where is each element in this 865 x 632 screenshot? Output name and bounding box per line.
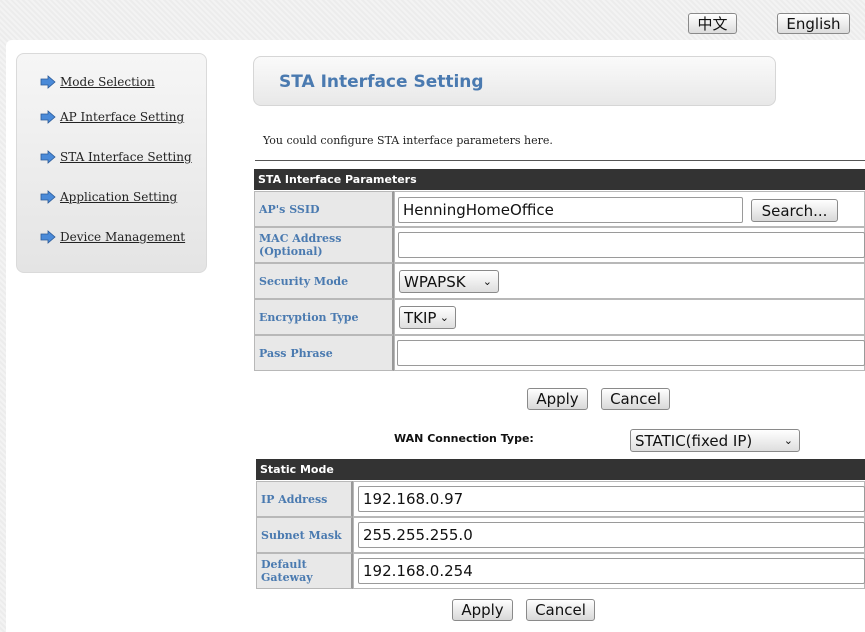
wan-cancel-button[interactable]: Cancel: [526, 599, 595, 621]
ip-address-input[interactable]: 192.168.0.97: [358, 486, 865, 512]
chevron-down-icon: ⌄: [482, 275, 492, 288]
divider: [255, 160, 865, 161]
english-language-button[interactable]: English: [777, 13, 850, 34]
sidebar-item-ap-interface-setting[interactable]: AP Interface Setting: [40, 108, 184, 126]
arrow-right-icon: [40, 190, 56, 204]
ssid-input[interactable]: HenningHomeOffice: [398, 197, 743, 223]
default-gateway-label: Default Gateway: [256, 553, 353, 589]
sta-apply-button[interactable]: Apply: [527, 388, 588, 410]
sidebar-item-label[interactable]: Application Setting: [60, 190, 177, 204]
security-mode-select[interactable]: WPAPSK ⌄: [399, 270, 499, 293]
sidebar-item-mode-selection[interactable]: Mode Selection: [40, 73, 155, 91]
chevron-down-icon: ⌄: [439, 311, 449, 324]
encryption-type-select[interactable]: TKIP ⌄: [399, 306, 456, 329]
static-mode-header: Static Mode: [256, 459, 865, 480]
sidebar-item-label[interactable]: STA Interface Setting: [60, 150, 192, 164]
subnet-mask-label: Subnet Mask: [256, 517, 353, 553]
sidebar-item-label[interactable]: Mode Selection: [60, 75, 155, 89]
page-title-box: STA Interface Setting: [253, 56, 776, 106]
encryption-type-label: Encryption Type: [254, 299, 394, 335]
sidebar-item-application-setting[interactable]: Application Setting: [40, 188, 177, 206]
arrow-right-icon: [40, 230, 56, 244]
mac-input[interactable]: [398, 232, 865, 258]
ip-address-label: IP Address: [256, 481, 353, 517]
wan-apply-button[interactable]: Apply: [452, 599, 513, 621]
chevron-down-icon: ⌄: [783, 434, 793, 447]
sidebar-item-label[interactable]: Device Management: [60, 230, 185, 244]
mac-label: MAC Address (Optional): [254, 227, 394, 263]
wan-connection-type-value: STATIC(fixed IP): [635, 431, 753, 450]
search-button[interactable]: Search...: [751, 199, 838, 222]
sta-cancel-button[interactable]: Cancel: [601, 388, 670, 410]
pass-phrase-label: Pass Phrase: [254, 335, 394, 371]
pass-phrase-input[interactable]: [397, 340, 865, 366]
arrow-right-icon: [40, 150, 56, 164]
default-gateway-input[interactable]: 192.168.0.254: [358, 558, 865, 584]
wan-connection-type-select[interactable]: STATIC(fixed IP) ⌄: [630, 429, 800, 452]
ssid-label: AP's SSID: [254, 191, 394, 227]
security-mode-value: WPAPSK: [404, 272, 466, 291]
encryption-type-value: TKIP: [404, 308, 437, 327]
page-title: STA Interface Setting: [279, 72, 484, 92]
encryption-type-cell: [394, 299, 865, 335]
arrow-right-icon: [40, 110, 56, 124]
security-mode-label: Security Mode: [254, 263, 394, 299]
sta-parameters-header: STA Interface Parameters: [254, 169, 865, 190]
sidebar-item-sta-interface-setting[interactable]: STA Interface Setting: [40, 148, 192, 166]
subnet-mask-input[interactable]: 255.255.255.0: [358, 522, 865, 548]
sidebar-item-device-management[interactable]: Device Management: [40, 228, 185, 246]
chinese-language-button[interactable]: 中文: [688, 13, 737, 34]
page-intro: You could configure STA interface parame…: [263, 134, 553, 147]
sidebar-item-label[interactable]: AP Interface Setting: [60, 110, 184, 124]
arrow-right-icon: [40, 75, 56, 89]
wan-connection-type-label: WAN Connection Type:: [394, 432, 534, 445]
